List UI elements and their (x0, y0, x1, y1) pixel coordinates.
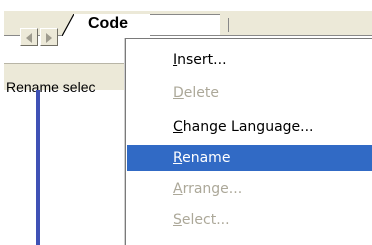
tab-code-label: Code (88, 15, 128, 32)
scroll-tabs-left-button[interactable] (20, 28, 38, 46)
arrange-access-key: A (173, 181, 183, 197)
scroll-tabs-right-button[interactable] (40, 28, 58, 46)
change-language-label: hange Language... (182, 119, 314, 135)
arrange-label: rrange... (182, 181, 243, 197)
delete-access-key: D (173, 85, 184, 101)
triangle-left-icon (26, 33, 32, 43)
menu-item-delete[interactable]: Delete (127, 80, 372, 106)
rename-access-key: R (173, 150, 183, 166)
tab-code[interactable]: Code (74, 14, 150, 36)
menu-item-arrange[interactable]: Arrange... (127, 176, 372, 202)
tab-second[interactable] (150, 14, 220, 35)
blue-vertical-line (36, 90, 40, 245)
menu-item-insert[interactable]: Insert... (127, 47, 372, 73)
menu-item-select[interactable]: Select... (127, 207, 372, 233)
tab-separator (228, 18, 229, 32)
rename-label: ename (182, 150, 231, 166)
insert-label: nsert... (177, 52, 227, 68)
status-text: Rename selec (6, 79, 96, 95)
select-access-key: S (173, 212, 182, 228)
window-top-strip (0, 0, 372, 11)
context-menu: Insert... Delete Change Language... Rena… (125, 38, 372, 245)
delete-label: elete (183, 85, 219, 101)
menu-item-change-language[interactable]: Change Language... (127, 114, 372, 140)
select-label: elect... (181, 212, 230, 228)
triangle-right-icon (46, 33, 52, 43)
menu-item-rename[interactable]: Rename (127, 145, 372, 171)
change-language-access-key: C (173, 119, 183, 135)
